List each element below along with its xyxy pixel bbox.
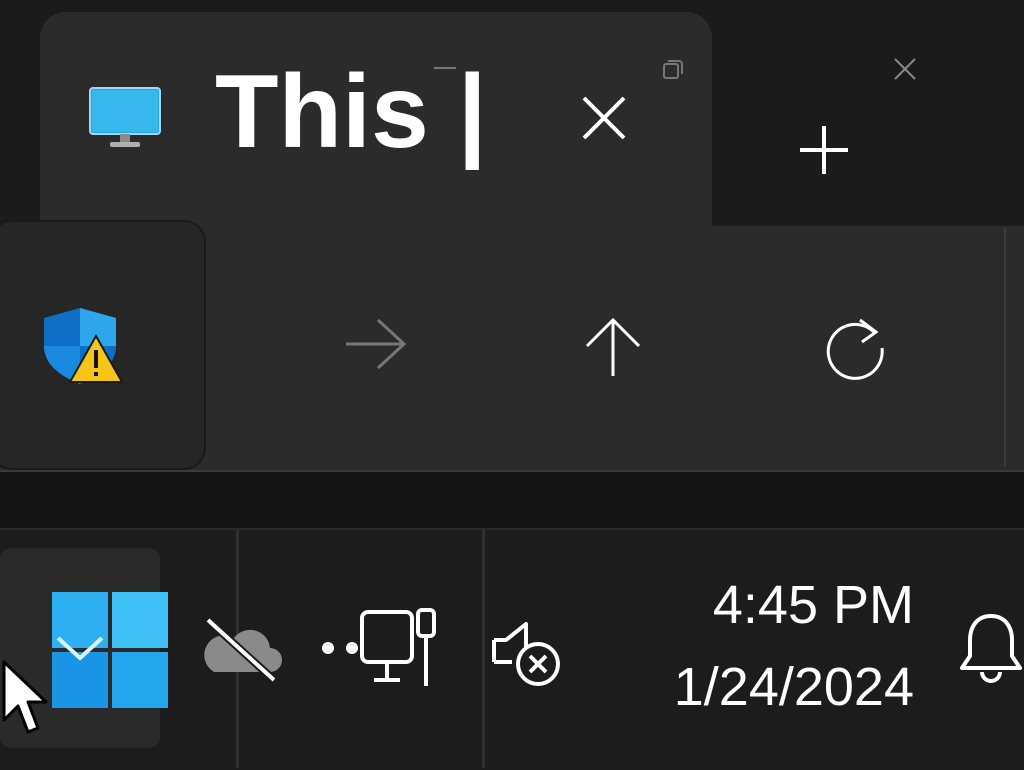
- volume-button[interactable]: [490, 618, 566, 690]
- mouse-cursor: [0, 660, 50, 740]
- tab-title: This |: [215, 60, 487, 164]
- taskbar-separator: [482, 530, 485, 768]
- shield-warning-icon: [40, 306, 124, 386]
- toolbar-divider: [1004, 228, 1006, 466]
- network-wired-icon: [322, 608, 436, 686]
- restore-button[interactable]: [662, 58, 684, 80]
- network-button[interactable]: [318, 606, 442, 690]
- up-button[interactable]: [584, 316, 642, 378]
- new-tab-button[interactable]: [798, 124, 850, 176]
- close-icon: [582, 96, 626, 140]
- onedrive-button[interactable]: [198, 616, 282, 684]
- close-icon: [894, 58, 916, 80]
- refresh-icon: [826, 318, 884, 380]
- content-gap: [0, 472, 1024, 528]
- minimize-icon: [434, 67, 456, 69]
- refresh-button[interactable]: [824, 314, 888, 380]
- forward-button[interactable]: [344, 316, 408, 372]
- clock-date[interactable]: 1/24/2024: [674, 660, 914, 714]
- window-close-button[interactable]: [894, 58, 916, 80]
- onedrive-off-icon: [204, 617, 282, 683]
- clock-time[interactable]: 4:45 PM: [713, 578, 914, 632]
- arrow-up-icon: [585, 317, 641, 376]
- plus-icon: [800, 126, 848, 174]
- close-tab-button[interactable]: [582, 96, 626, 140]
- notification-button[interactable]: [958, 610, 1024, 686]
- arrow-right-icon: [346, 318, 407, 370]
- restore-icon: [663, 60, 683, 79]
- bell-icon: [960, 614, 1022, 683]
- minimize-button[interactable]: [434, 60, 456, 72]
- speaker-muted-icon: [492, 622, 560, 686]
- monitor-icon: [88, 86, 162, 150]
- windows-logo-icon: [52, 592, 170, 710]
